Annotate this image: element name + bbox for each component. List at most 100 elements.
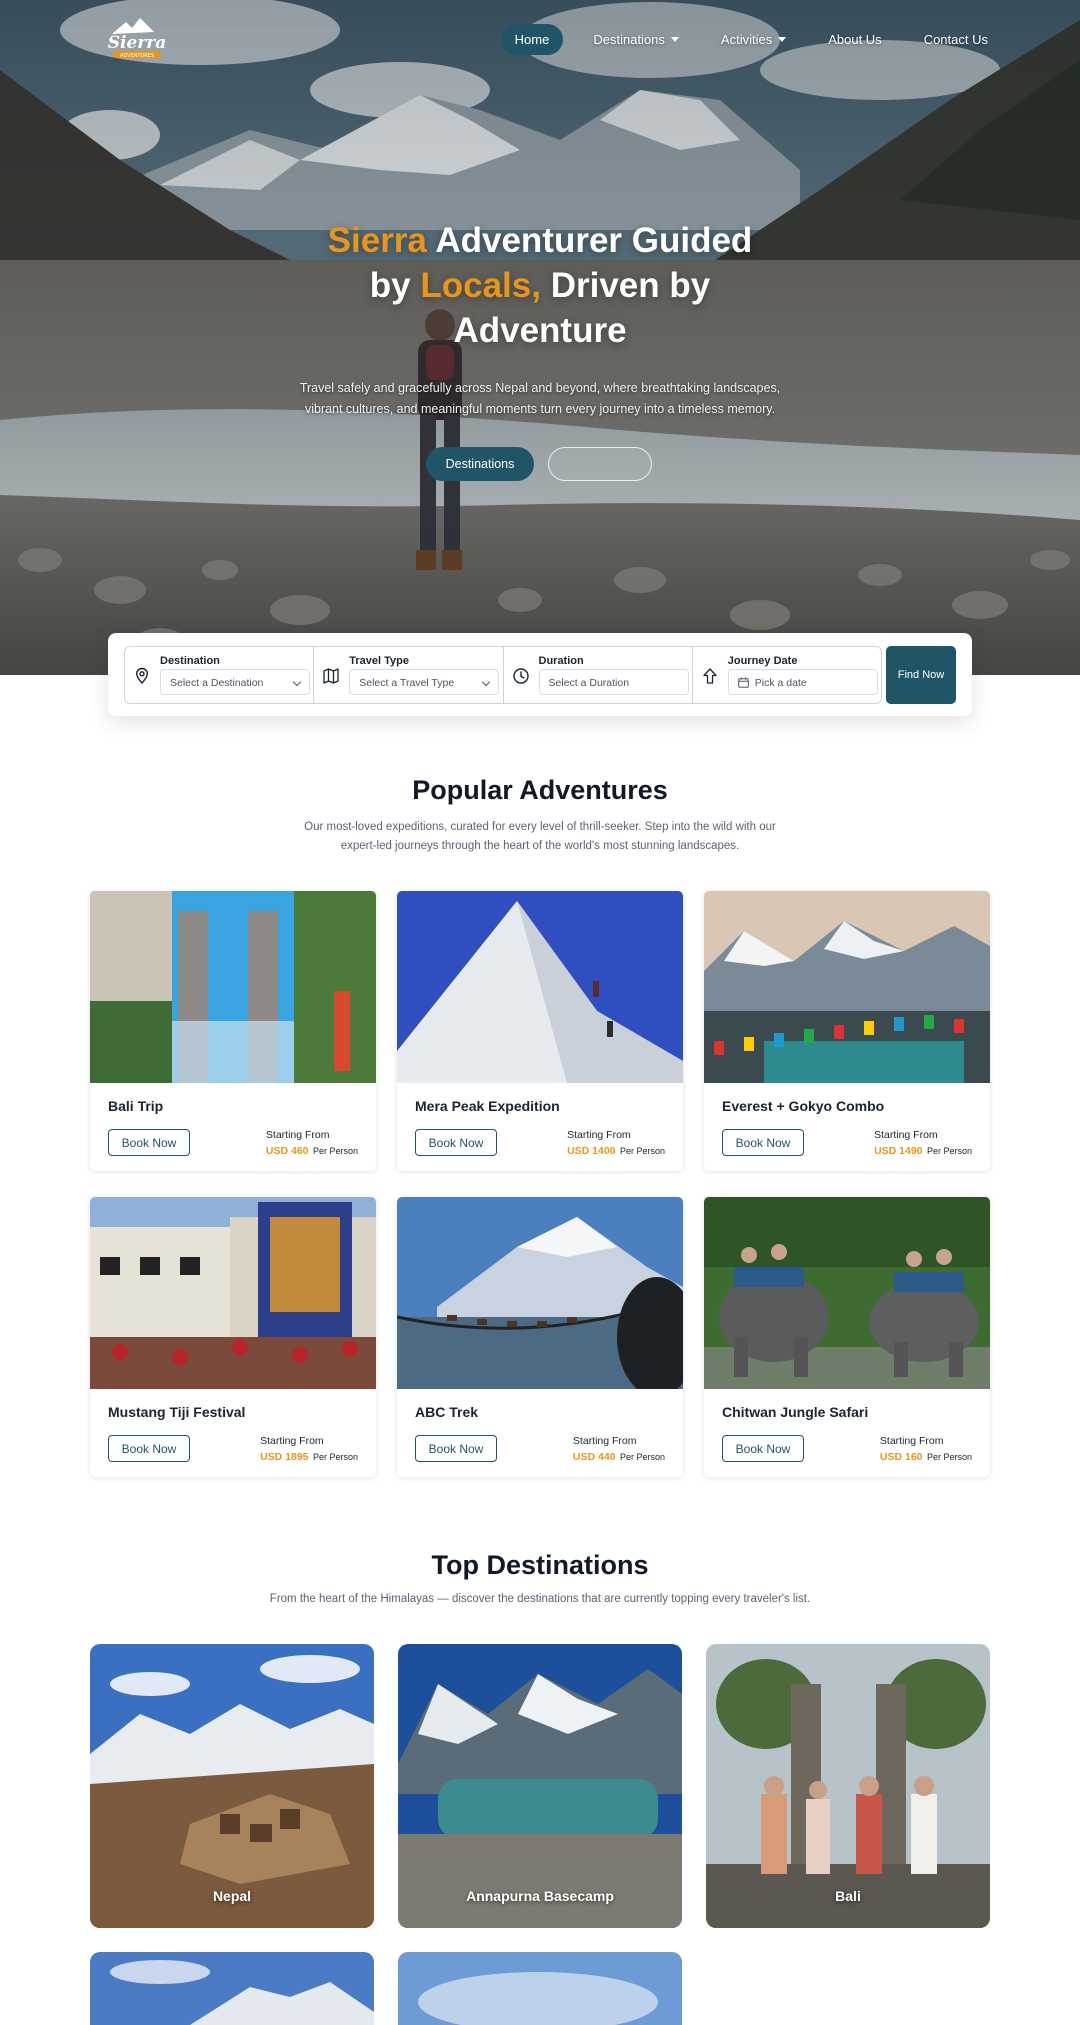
destination-select[interactable]: Select a Destination [160,669,310,695]
svg-text:ADVENTURES: ADVENTURES [120,53,154,59]
destinations-button[interactable]: Destinations [426,447,534,481]
per-person-label: Per Person [312,1452,358,1462]
starting-from-label: Starting From [879,1435,944,1447]
bali-image [706,1644,990,1928]
nav-destinations[interactable]: Destinations [581,24,691,55]
annapurna-basecamp-image [398,1644,682,1928]
price-value: USD 1895 [260,1451,309,1463]
calendar-icon [737,677,749,688]
nav-destinations-label: Destinations [593,32,665,47]
adventure-card[interactable]: Chitwan Jungle Safari Book Now Starting … [704,1197,990,1477]
card-title: Mera Peak Expedition [415,1098,560,1114]
find-now-button[interactable]: Find Now [886,646,956,704]
hero-section: Sierra ADVENTURES Home Destinations Acti… [0,0,1080,675]
hero-title-text: by [369,266,421,305]
card-title: Everest + Gokyo Combo [722,1098,885,1114]
travel-type-label: Travel Type [349,655,409,667]
card-title: Chitwan Jungle Safari [722,1404,869,1420]
travel-type-placeholder: Select a Travel Type [359,677,455,689]
adventure-card[interactable]: Mera Peak Expedition Book Now Starting F… [397,891,683,1171]
journey-date-placeholder: Pick a date [754,677,807,689]
per-person-label: Per Person [926,1146,972,1156]
card-title: Mustang Tiji Festival [108,1404,246,1420]
book-now-button[interactable]: Book Now [108,1129,190,1156]
clock-icon [512,668,529,684]
book-now-button[interactable]: Book Now [722,1129,804,1156]
mountain-destination-image [90,1952,374,2025]
price-value: USD 1400 [567,1145,616,1157]
top-navigation: Sierra ADVENTURES Home Destinations Acti… [0,0,1080,78]
travel-type-field: Travel Type Select a Travel Type [314,647,504,703]
book-now-button[interactable]: Book Now [722,1435,804,1462]
hero-title: Sierra Adventurer Guided by Locals, Driv… [240,218,840,353]
adventure-card[interactable]: Bali Trip Book Now Starting From USD 460 … [90,891,376,1171]
travel-type-select[interactable]: Select a Travel Type [349,669,500,695]
nav-contact[interactable]: Contact Us [912,24,1000,55]
journey-date-picker[interactable]: Pick a date [727,669,878,695]
top-destinations-title: Top Destinations [431,1550,649,1580]
adventure-card[interactable]: Mustang Tiji Festival Book Now Starting … [90,1197,376,1477]
nav-links: Home Destinations Activities About Us Co… [500,24,1000,55]
per-person-label: Per Person [619,1452,665,1462]
card-price: Starting From USD 460 Per Person [266,1129,358,1159]
nav-about[interactable]: About Us [816,24,893,55]
book-now-button[interactable]: Book Now [415,1435,497,1462]
popular-adventures-title: Popular Adventures [412,775,668,805]
starting-from-label: Starting From [265,1129,330,1141]
svg-text:Sierra: Sierra [108,33,166,53]
destination-card[interactable]: Bali [706,1644,990,1928]
everest-gokyo-image [704,891,990,1083]
journey-date-label: Journey Date [727,655,798,667]
starting-from-label: Starting From [567,1129,631,1141]
secondary-hero-button[interactable] [548,447,652,481]
hero-subtitle: Travel safely and gracefully across Nepa… [299,381,781,416]
card-price: Starting From USD 1895 Per Person [260,1435,358,1465]
starting-from-label: Starting From [874,1129,938,1141]
destination-card[interactable]: Annapurna Basecamp [398,1644,682,1928]
nav-home[interactable]: Home [500,24,564,55]
destination-label: Destination [160,655,220,667]
sierra-logo[interactable]: Sierra ADVENTURES [98,16,176,60]
card-price: Starting From USD 1400 Per Person [567,1129,665,1159]
price-value: USD 160 [879,1451,923,1463]
hero-title-accent-locals: Locals, [420,266,541,305]
price-value: USD 440 [572,1451,616,1463]
search-fields: Destination Select a Destination Travel … [124,646,882,704]
per-person-label: Per Person [312,1146,358,1156]
per-person-label: Per Person [619,1146,665,1156]
card-price: Starting From USD 1490 Per Person [874,1129,972,1159]
map-icon [323,668,339,684]
destination-card[interactable] [398,1952,682,2025]
arrow-up-icon [703,668,717,684]
duration-select[interactable]: Select a Duration [538,669,689,695]
nav-contact-label: Contact Us [923,32,988,47]
starting-from-label: Starting From [260,1435,324,1447]
adventure-card[interactable]: Everest + Gokyo Combo Book Now Starting … [704,891,990,1171]
sky-destination-image [398,1952,682,2025]
destination-card[interactable]: Nepal [90,1644,374,1928]
destination-card[interactable] [90,1952,374,2025]
destination-field: Destination Select a Destination [125,647,315,703]
chevron-down-icon [292,677,302,687]
chevron-down-icon [482,677,491,687]
nav-activities[interactable]: Activities [709,24,798,55]
book-now-button[interactable]: Book Now [108,1435,190,1462]
bali-trip-image [90,891,376,1083]
mustang-tiji-image [90,1197,376,1389]
location-pin-icon [135,667,149,685]
adventure-card[interactable]: ABC Trek Book Now Starting From USD 440 P… [397,1197,683,1477]
destination-name: Bali [835,1888,861,1904]
card-price: Starting From USD 440 Per Person [573,1435,665,1465]
hero-title-accent-sierra: Sierra [327,221,427,260]
hero-title-text: Adventurer Guided [426,221,753,260]
trip-search-card: Destination Select a Destination Travel … [108,633,972,716]
nav-home-label: Home [514,32,550,47]
chitwan-safari-image [704,1197,990,1389]
mera-peak-image [397,891,683,1083]
destination-name: Nepal [212,1888,252,1904]
book-now-button[interactable]: Book Now [415,1129,497,1156]
card-price: Starting From USD 160 Per Person [880,1435,972,1465]
journey-date-field: Journey Date Pick a date [693,647,881,703]
destination-name: Annapurna Basecamp [466,1888,614,1904]
nav-activities-label: Activities [720,32,773,47]
